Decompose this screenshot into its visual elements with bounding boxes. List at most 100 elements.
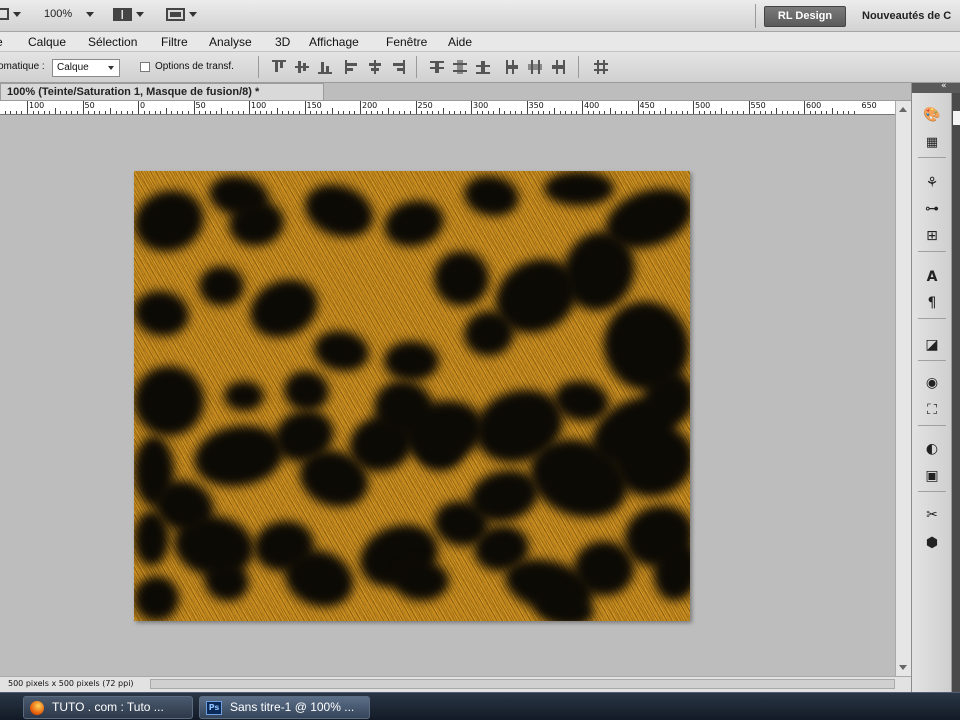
menu-item-fenetre[interactable]: Fenêtre [386, 35, 427, 49]
adjust-icon[interactable]: ⊶ [922, 199, 942, 219]
character-icon[interactable]: A [922, 267, 942, 287]
taskbar-item-label: Sans titre-1 @ 100% ... [230, 700, 355, 714]
menu-item-selection[interactable]: Sélection [88, 35, 137, 49]
distribute-vcenter-icon[interactable] [453, 60, 467, 74]
ruler-tick [593, 111, 595, 114]
ruler-tick [99, 111, 101, 114]
panel-side-tab[interactable] [953, 111, 960, 125]
ruler-label: 150 [306, 101, 322, 110]
leopard-spot [134, 286, 193, 341]
ruler-tick [609, 108, 611, 114]
align-vcenter-icon[interactable] [295, 60, 309, 74]
menu-edit-partial[interactable]: e [0, 35, 3, 49]
arrange-documents-menu[interactable] [113, 8, 144, 21]
distribute-bottom-icon[interactable] [476, 60, 490, 74]
ruler-tick [809, 111, 811, 114]
ruler-tick [687, 111, 689, 114]
ruler-tick [670, 111, 672, 114]
ruler-tick [38, 111, 40, 114]
ruler-tick [82, 101, 84, 114]
windows-taskbar: TUTO . com : Tuto ... Ps Sans titre-1 @ … [0, 692, 960, 720]
ruler-tick [437, 111, 439, 114]
ruler-tick [287, 111, 289, 114]
leopard-spot [384, 341, 439, 381]
ruler-tick [543, 111, 545, 114]
panel-dock-collapse-bar[interactable]: « [912, 81, 960, 93]
palette-icon[interactable]: 🎨 [922, 105, 942, 125]
clone-source-icon[interactable]: ⊞ [922, 226, 942, 246]
divider [578, 56, 579, 78]
3d-icon[interactable]: ◉ [922, 373, 942, 393]
notes-icon[interactable]: ◪ [922, 335, 942, 355]
scroll-down-icon[interactable] [899, 665, 907, 670]
ruler-tick [143, 111, 145, 114]
workspace-whats-new[interactable]: Nouveautés de C [862, 10, 951, 22]
ruler-tick [32, 111, 34, 114]
menu-item-3d[interactable]: 3D [275, 35, 290, 49]
ruler-label: 400 [584, 101, 600, 110]
align-bottom-icon[interactable] [318, 60, 332, 74]
menu-item-filtre[interactable]: Filtre [161, 35, 188, 49]
menu-item-aide[interactable]: Aide [448, 35, 472, 49]
transform-controls-checkbox[interactable] [140, 62, 150, 72]
taskbar-item-firefox[interactable]: TUTO . com : Tuto ... [23, 696, 193, 719]
leopard-spot [379, 194, 449, 253]
align-hcenter-icon[interactable] [368, 60, 382, 74]
actions-icon[interactable]: ⬢ [922, 533, 942, 553]
taskbar-item-photoshop[interactable]: Ps Sans titre-1 @ 100% ... [199, 696, 370, 719]
ruler-tick [304, 101, 306, 114]
swatches-icon[interactable]: ▦ [922, 133, 942, 153]
menu-item-calque[interactable]: Calque [28, 35, 66, 49]
ruler-tick [737, 111, 739, 114]
align-top-icon[interactable] [272, 60, 286, 74]
zoom-menu[interactable]: 100% [44, 8, 95, 20]
mask-icon[interactable]: ◐ [922, 439, 942, 459]
menu-item-analyse[interactable]: Analyse [209, 35, 252, 49]
horizontal-scrollbar[interactable] [150, 679, 895, 689]
layer-comp-icon[interactable]: ▣ [922, 466, 942, 486]
align-right-icon[interactable] [391, 60, 405, 74]
leopard-texture-image[interactable] [134, 171, 690, 621]
leopard-spot [394, 561, 449, 601]
menu-item-affichage[interactable]: Affichage [309, 35, 359, 49]
ruler-tick [265, 111, 267, 114]
brush-presets-icon[interactable]: ⚘ [922, 173, 942, 193]
ruler-tick [321, 111, 323, 114]
ruler-tick [343, 111, 345, 114]
ruler-tick [620, 111, 622, 114]
ruler-tick [387, 108, 389, 114]
view-extras-menu[interactable] [0, 8, 21, 20]
distribute-right-icon[interactable] [551, 60, 565, 74]
distribute-left-icon[interactable] [505, 60, 519, 74]
ruler-label: 0 [140, 101, 146, 110]
workspace-button[interactable]: RL Design [764, 6, 846, 27]
distribute-top-icon[interactable] [430, 60, 444, 74]
distribute-hcenter-icon[interactable] [528, 60, 542, 74]
transform-icon[interactable]: ⛶ [922, 400, 942, 420]
leopard-spot [134, 356, 214, 446]
scroll-up-icon[interactable] [899, 107, 907, 112]
vertical-scrollbar[interactable] [895, 101, 911, 676]
ruler-tick [842, 111, 844, 114]
document-tab[interactable]: 100% (Teinte/Saturation 1, Masque de fus… [0, 83, 324, 101]
auto-select-dropdown[interactable]: Calque [52, 59, 120, 77]
auto-align-layers-icon[interactable] [594, 60, 608, 74]
ruler-tick [243, 111, 245, 114]
divider [918, 425, 946, 426]
ruler-tick [570, 111, 572, 114]
paragraph-icon[interactable]: ¶ [922, 293, 942, 313]
ruler-tick [404, 111, 406, 114]
tools-icon[interactable]: ✂ [922, 505, 942, 525]
options-bar: omatique : Calque Options de transf. [0, 52, 960, 83]
chevron-down-icon [108, 66, 114, 70]
ruler-tick [260, 111, 262, 114]
ruler-label: 300 [473, 101, 489, 110]
ruler-tick [154, 111, 156, 114]
align-left-icon[interactable] [345, 60, 359, 74]
ruler-tick [27, 101, 28, 114]
ruler-tick [681, 111, 683, 114]
ruler-tick [65, 111, 67, 114]
screen-mode-menu[interactable] [166, 8, 197, 21]
document-size-status[interactable]: 500 pixels x 500 pixels (72 ppi) [8, 679, 134, 688]
leopard-spot [134, 511, 169, 566]
